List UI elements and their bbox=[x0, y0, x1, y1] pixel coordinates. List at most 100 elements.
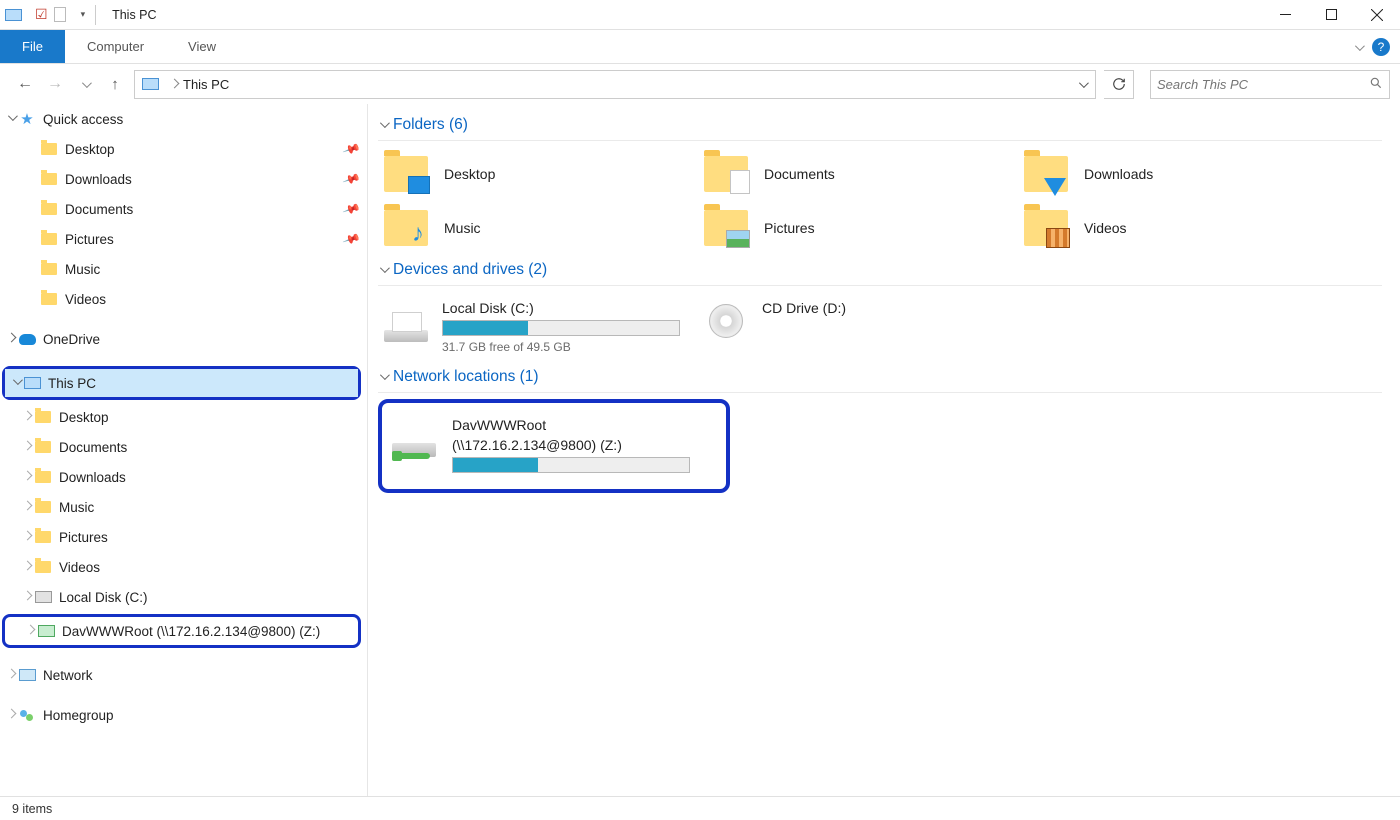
sidebar-this-pc[interactable]: This PC bbox=[5, 369, 358, 397]
sidebar-homegroup[interactable]: Homegroup bbox=[0, 700, 367, 730]
help-button[interactable]: ? bbox=[1372, 38, 1390, 56]
sidebar-item-music[interactable]: Music bbox=[0, 254, 367, 284]
pc-icon bbox=[23, 375, 41, 391]
sidebar-item-desktop[interactable]: Desktop 📌 bbox=[0, 134, 367, 164]
section-label: Devices and drives (2) bbox=[393, 261, 547, 279]
folder-icon bbox=[40, 231, 58, 247]
navigation-row: This PC bbox=[0, 64, 1400, 104]
up-button[interactable] bbox=[104, 73, 126, 95]
folder-icon bbox=[1022, 153, 1070, 195]
sidebar-item-local-disk[interactable]: Local Disk (C:) bbox=[0, 582, 367, 612]
address-bar[interactable]: This PC bbox=[134, 70, 1096, 99]
sidebar-item-label: Quick access bbox=[43, 112, 123, 127]
sidebar-item-pictures[interactable]: Pictures bbox=[0, 522, 367, 552]
folder-documents[interactable]: Documents bbox=[698, 147, 1018, 201]
homegroup-icon bbox=[18, 707, 36, 723]
folder-downloads[interactable]: Downloads bbox=[1018, 147, 1338, 201]
folder-icon bbox=[34, 499, 52, 515]
qat-dropdown-icon[interactable]: ▾ bbox=[79, 9, 86, 20]
folder-music[interactable]: ♪Music bbox=[378, 201, 698, 255]
folder-videos[interactable]: Videos bbox=[1018, 201, 1338, 255]
drives-grid: Local Disk (C:) 31.7 GB free of 49.5 GB … bbox=[378, 292, 1400, 362]
breadcrumb-this-pc[interactable]: This PC bbox=[183, 77, 229, 92]
refresh-button[interactable] bbox=[1104, 70, 1134, 99]
highlight-network-drive: DavWWWRoot (\\172.16.2.134@9800) (Z:) bbox=[2, 614, 361, 648]
pin-icon: 📌 bbox=[342, 229, 361, 248]
folder-desktop[interactable]: Desktop bbox=[378, 147, 698, 201]
sidebar-item-music[interactable]: Music bbox=[0, 492, 367, 522]
tab-computer[interactable]: Computer bbox=[65, 30, 166, 63]
sidebar-item-downloads[interactable]: Downloads bbox=[0, 462, 367, 492]
sidebar-item-label: Music bbox=[65, 262, 100, 277]
back-button[interactable] bbox=[14, 73, 36, 95]
section-drives-header[interactable]: Devices and drives (2) bbox=[378, 255, 1400, 285]
folder-icon bbox=[40, 141, 58, 157]
drive-local-disk[interactable]: Local Disk (C:) 31.7 GB free of 49.5 GB bbox=[378, 292, 698, 362]
pin-icon: 📌 bbox=[342, 139, 361, 158]
sidebar-item-pictures[interactable]: Pictures📌 bbox=[0, 224, 367, 254]
sidebar-item-label: DavWWWRoot (\\172.16.2.134@9800) (Z:) bbox=[62, 624, 320, 639]
folder-icon bbox=[382, 153, 430, 195]
sidebar-item-label: Homegroup bbox=[43, 708, 114, 723]
drive-cd[interactable]: CD Drive (D:) bbox=[698, 292, 1018, 362]
sidebar-item-label: Desktop bbox=[65, 142, 115, 157]
sidebar-item-videos[interactable]: Videos bbox=[0, 284, 367, 314]
navigation-pane: ★ Quick access Desktop📌 Downloads📌 Docum… bbox=[0, 104, 368, 796]
search-box[interactable] bbox=[1150, 70, 1390, 99]
recent-locations-button[interactable] bbox=[74, 73, 96, 95]
cloud-icon bbox=[18, 331, 36, 347]
network-drive-davwwwroot[interactable]: DavWWWRoot (\\172.16.2.134@9800) (Z:) bbox=[392, 415, 716, 475]
tab-view[interactable]: View bbox=[166, 30, 238, 63]
folder-label: Documents bbox=[764, 166, 835, 182]
folder-pictures[interactable]: Pictures bbox=[698, 201, 1018, 255]
search-input[interactable] bbox=[1157, 77, 1363, 92]
divider bbox=[378, 392, 1382, 393]
search-icon[interactable] bbox=[1369, 76, 1383, 93]
drive-freespace: 31.7 GB free of 49.5 GB bbox=[442, 336, 680, 354]
sidebar-item-downloads[interactable]: Downloads📌 bbox=[0, 164, 367, 194]
minimize-button[interactable] bbox=[1262, 0, 1308, 30]
hdd-icon bbox=[382, 300, 430, 342]
separator bbox=[95, 5, 96, 25]
sidebar-onedrive[interactable]: OneDrive bbox=[0, 324, 367, 354]
network-drive-path: (\\172.16.2.134@9800) (Z:) bbox=[452, 437, 690, 457]
forward-button[interactable] bbox=[44, 73, 66, 95]
drive-usage-bar bbox=[442, 320, 680, 336]
section-folders-header[interactable]: Folders (6) bbox=[378, 110, 1400, 140]
folder-label: Music bbox=[444, 220, 481, 236]
folder-icon bbox=[34, 559, 52, 575]
ribbon-tabs: File Computer View ? bbox=[0, 30, 1400, 64]
folder-label: Pictures bbox=[764, 220, 815, 236]
breadcrumb-separator-icon[interactable] bbox=[171, 79, 178, 89]
titlebar: ☑ ▾ This PC bbox=[0, 0, 1400, 30]
ribbon-collapse-icon[interactable] bbox=[1355, 40, 1362, 54]
address-dropdown-icon[interactable] bbox=[1071, 71, 1093, 98]
qat-checkbox-icon[interactable]: ☑ bbox=[35, 6, 48, 23]
folder-label: Downloads bbox=[1084, 166, 1153, 182]
sidebar-item-label: Local Disk (C:) bbox=[59, 590, 148, 605]
sidebar-item-label: Documents bbox=[59, 440, 127, 455]
sidebar-item-label: Pictures bbox=[59, 530, 108, 545]
sidebar-item-documents[interactable]: Documents📌 bbox=[0, 194, 367, 224]
sidebar-item-davwwwroot[interactable]: DavWWWRoot (\\172.16.2.134@9800) (Z:) bbox=[5, 617, 358, 645]
sidebar-item-desktop[interactable]: Desktop bbox=[0, 402, 367, 432]
sidebar-item-label: Music bbox=[59, 500, 94, 515]
drive-name: CD Drive (D:) bbox=[762, 300, 846, 320]
sidebar-quick-access[interactable]: ★ Quick access bbox=[0, 104, 367, 134]
hdd-icon bbox=[34, 589, 52, 605]
network-drive-name: DavWWWRoot bbox=[452, 417, 690, 437]
close-button[interactable] bbox=[1354, 0, 1400, 30]
file-tab[interactable]: File bbox=[0, 30, 65, 63]
sidebar-item-label: Documents bbox=[65, 202, 133, 217]
folder-icon bbox=[34, 439, 52, 455]
sidebar-network[interactable]: Network bbox=[0, 660, 367, 690]
qat-document-icon[interactable] bbox=[54, 7, 66, 22]
divider bbox=[378, 285, 1382, 286]
sidebar-item-videos[interactable]: Videos bbox=[0, 552, 367, 582]
folder-icon bbox=[40, 201, 58, 217]
maximize-button[interactable] bbox=[1308, 0, 1354, 30]
folder-icon bbox=[40, 261, 58, 277]
folder-icon bbox=[702, 153, 750, 195]
sidebar-item-documents[interactable]: Documents bbox=[0, 432, 367, 462]
section-network-header[interactable]: Network locations (1) bbox=[378, 362, 1400, 392]
